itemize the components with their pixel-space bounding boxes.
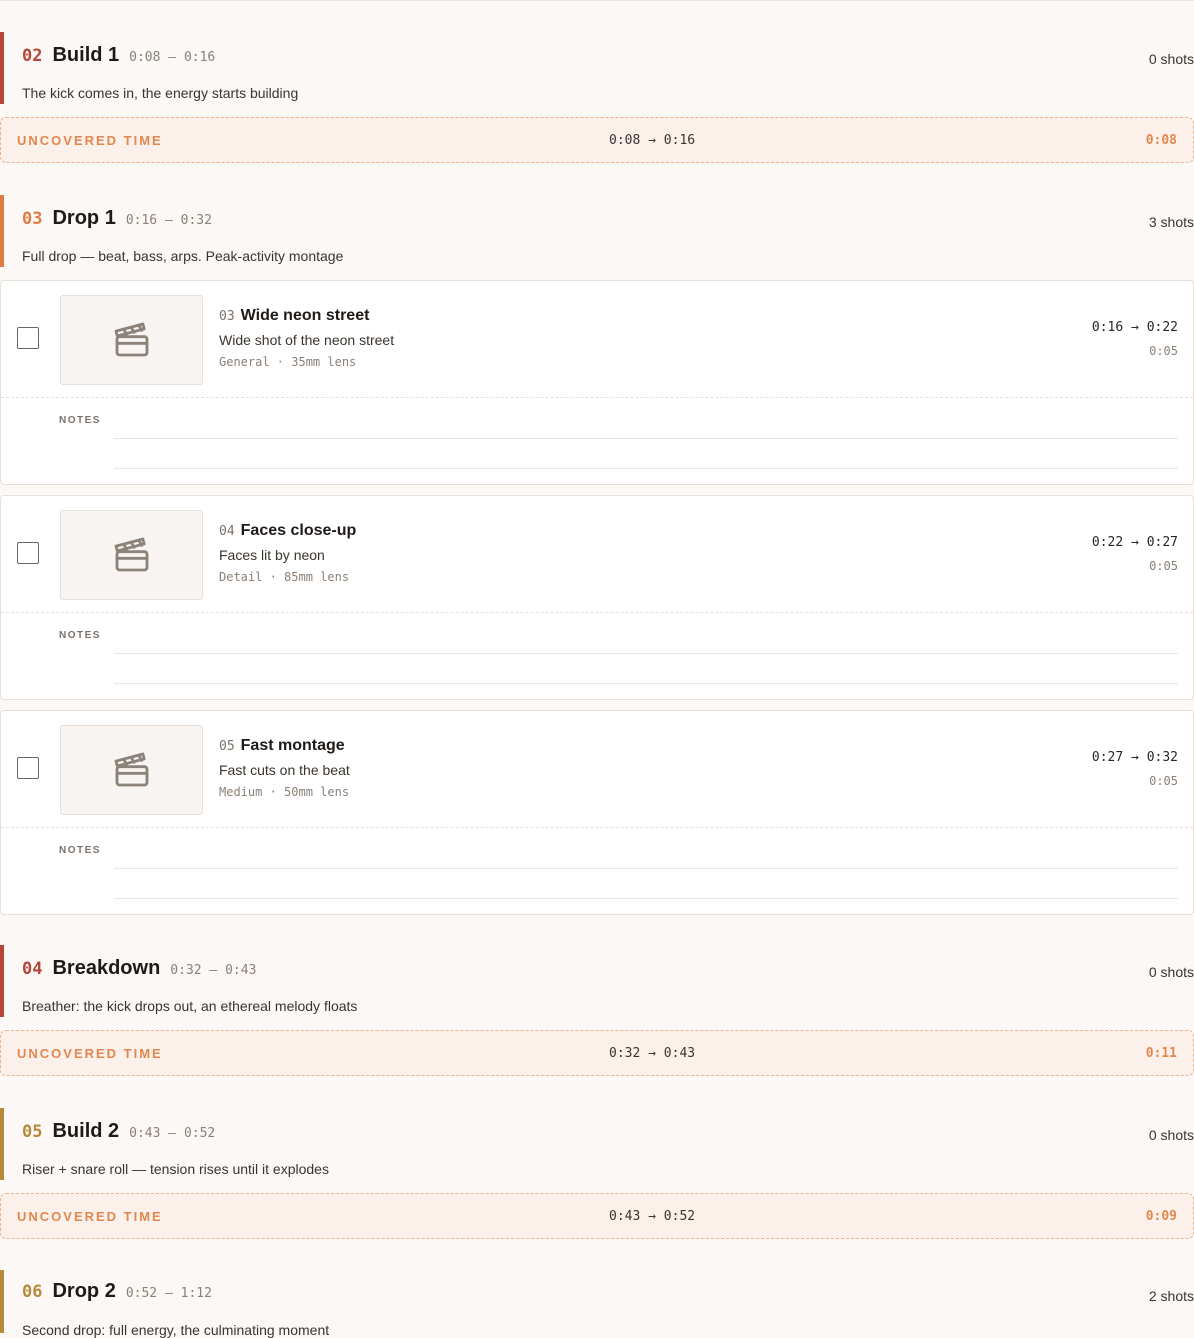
shot-number: 03 xyxy=(219,309,235,324)
section-build-2[interactable]: 05 Build 2 0:43 — 0:52 0 shots Riser + s… xyxy=(0,1108,1194,1180)
section-accent-bar xyxy=(0,945,4,1017)
shot-meta: General · 35mm lens xyxy=(219,355,357,369)
clapperboard-icon xyxy=(114,322,148,357)
shot-description: Fast cuts on the beat xyxy=(219,762,350,778)
section-title: Drop 2 xyxy=(52,1280,116,1302)
shot-divider xyxy=(1,827,1193,828)
section-title: Build 2 xyxy=(52,1120,120,1142)
section-description: Riser + snare roll — tension rises until… xyxy=(22,1161,329,1177)
section-shot-count: 0 shots xyxy=(1148,51,1194,67)
shot-description: Faces lit by neon xyxy=(219,547,325,563)
shot-thumbnail[interactable] xyxy=(60,295,203,385)
notes-label: NOTES xyxy=(59,845,101,856)
uncovered-duration: 0:08 xyxy=(1145,133,1177,148)
section-title: Build 1 xyxy=(52,44,120,66)
uncovered-duration: 0:09 xyxy=(1145,1209,1177,1224)
uncovered-range: 0:32 → 0:43 xyxy=(609,1046,696,1061)
shot-checkbox[interactable] xyxy=(17,327,39,349)
section-range: 0:32 — 0:43 xyxy=(170,963,257,978)
shot-divider xyxy=(1,397,1193,398)
notes-line[interactable] xyxy=(114,653,1178,654)
uncovered-time-block[interactable]: UNCOVERED TIME 0:43 → 0:52 0:09 xyxy=(0,1193,1194,1239)
section-shot-count: 2 shots xyxy=(1148,1288,1194,1304)
uncovered-time-block[interactable]: UNCOVERED TIME 0:08 → 0:16 0:08 xyxy=(0,117,1194,163)
shot-title: Fast montage xyxy=(240,737,345,754)
shot-number: 05 xyxy=(219,739,235,754)
section-range: 0:08 — 0:16 xyxy=(129,50,216,65)
shot-checkbox[interactable] xyxy=(17,542,39,564)
section-number: 02 xyxy=(22,46,43,66)
section-drop-1[interactable]: 03 Drop 1 0:16 — 0:32 3 shots Full drop … xyxy=(0,195,1194,267)
uncovered-duration: 0:11 xyxy=(1145,1046,1177,1061)
section-drop-2[interactable]: 06 Drop 2 0:52 — 1:12 2 shots Second dro… xyxy=(0,1270,1194,1338)
shot-title: Faces close-up xyxy=(240,522,357,539)
section-build-1[interactable]: 02 Build 1 0:08 — 0:16 0 shots The kick … xyxy=(0,32,1194,104)
shot-divider xyxy=(1,612,1193,613)
shot-checkbox[interactable] xyxy=(17,757,39,779)
shot-range: 0:16 → 0:22 xyxy=(1091,320,1178,335)
section-accent-bar xyxy=(0,32,4,104)
notes-line[interactable] xyxy=(114,868,1178,869)
shot-duration: 0:05 xyxy=(1149,344,1178,358)
shot-duration: 0:05 xyxy=(1149,559,1178,573)
section-description: Second drop: full energy, the culminatin… xyxy=(22,1322,330,1338)
uncovered-label: UNCOVERED TIME xyxy=(17,1046,163,1061)
notes-line[interactable] xyxy=(114,468,1178,469)
clapperboard-icon xyxy=(114,752,148,787)
shot-meta: Medium · 50mm lens xyxy=(219,785,350,799)
uncovered-range: 0:43 → 0:52 xyxy=(609,1209,696,1224)
shot-range: 0:27 → 0:32 xyxy=(1091,750,1178,765)
shot-number: 04 xyxy=(219,524,235,539)
shot-duration: 0:05 xyxy=(1149,774,1178,788)
section-number: 04 xyxy=(22,959,43,979)
clapperboard-icon xyxy=(114,537,148,572)
top-divider xyxy=(0,0,1194,1)
section-shot-count: 3 shots xyxy=(1148,214,1194,230)
shot-card[interactable]: 05 Fast montage Fast cuts on the beat Me… xyxy=(0,710,1194,915)
notes-line[interactable] xyxy=(114,438,1178,439)
shot-title: Wide neon street xyxy=(240,307,370,324)
section-number: 03 xyxy=(22,209,43,229)
section-shot-count: 0 shots xyxy=(1148,1127,1194,1143)
section-description: Breather: the kick drops out, an etherea… xyxy=(22,998,358,1014)
section-title: Breakdown xyxy=(52,957,161,979)
section-range: 0:43 — 0:52 xyxy=(129,1126,216,1141)
section-description: The kick comes in, the energy starts bui… xyxy=(22,85,299,101)
section-breakdown[interactable]: 04 Breakdown 0:32 — 0:43 0 shots Breathe… xyxy=(0,945,1194,1017)
shot-meta: Detail · 85mm lens xyxy=(219,570,350,584)
section-number: 06 xyxy=(22,1282,43,1302)
shot-card[interactable]: 04 Faces close-up Faces lit by neon Deta… xyxy=(0,495,1194,700)
notes-label: NOTES xyxy=(59,415,101,426)
section-accent-bar xyxy=(0,1270,4,1333)
section-shot-count: 0 shots xyxy=(1148,964,1194,980)
section-description: Full drop — beat, bass, arps. Peak-activ… xyxy=(22,248,344,264)
notes-line[interactable] xyxy=(114,898,1178,899)
uncovered-range: 0:08 → 0:16 xyxy=(609,133,696,148)
uncovered-label: UNCOVERED TIME xyxy=(17,1209,163,1224)
shot-thumbnail[interactable] xyxy=(60,725,203,815)
section-accent-bar xyxy=(0,1108,4,1180)
section-number: 05 xyxy=(22,1122,43,1142)
uncovered-label: UNCOVERED TIME xyxy=(17,133,163,148)
uncovered-time-block[interactable]: UNCOVERED TIME 0:32 → 0:43 0:11 xyxy=(0,1030,1194,1076)
shot-thumbnail[interactable] xyxy=(60,510,203,600)
notes-line[interactable] xyxy=(114,683,1178,684)
shot-range: 0:22 → 0:27 xyxy=(1091,535,1178,550)
section-accent-bar xyxy=(0,195,4,267)
section-range: 0:52 — 1:12 xyxy=(125,1286,212,1301)
section-title: Drop 1 xyxy=(52,207,116,229)
shot-description: Wide shot of the neon street xyxy=(219,332,395,348)
notes-label: NOTES xyxy=(59,630,101,641)
section-range: 0:16 — 0:32 xyxy=(125,213,212,228)
shot-card[interactable]: 03 Wide neon street Wide shot of the neo… xyxy=(0,280,1194,485)
